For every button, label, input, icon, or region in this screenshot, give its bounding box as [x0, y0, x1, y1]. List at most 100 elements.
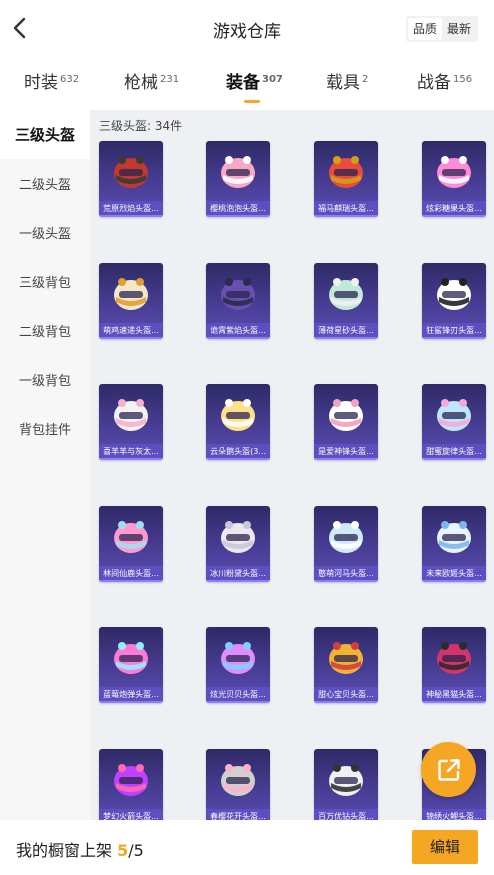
sidebar-item-level2-backpack[interactable]: 二级背包	[0, 306, 90, 355]
header: 游戏仓库 品质 最新	[0, 0, 494, 56]
showcase-current-count: 5	[117, 841, 129, 860]
item-name: 梦幻火箭头盔...	[99, 809, 163, 820]
rarity-bar	[206, 701, 270, 703]
helmet-icon	[99, 749, 163, 809]
rarity-bar	[99, 215, 163, 217]
bottom-bar: 我的橱窗上架 5/5 编辑	[0, 820, 494, 875]
rarity-bar	[422, 701, 486, 703]
item-card[interactable]: 憨萌河马头盔...	[314, 506, 378, 582]
helmet-icon	[206, 384, 270, 444]
item-card[interactable]: 樱桃泡泡头盔...	[206, 141, 270, 217]
tab-count: 307	[262, 74, 283, 85]
helmet-icon	[314, 384, 378, 444]
helmet-icon	[206, 627, 270, 687]
rarity-bar	[314, 701, 378, 703]
sidebar-item-level3-helmet[interactable]: 三级头盔	[0, 110, 90, 159]
item-card[interactable]: 梦幻火箭头盔...	[99, 749, 163, 820]
item-name: 百万优钻头盔...	[314, 809, 378, 820]
sidebar-item-level3-backpack[interactable]: 三级背包	[0, 257, 90, 306]
external-link-icon	[437, 758, 460, 781]
item-card[interactable]: 未来欧姬头盔...	[422, 506, 486, 582]
sidebar-item-backpack-charm[interactable]: 背包挂件	[0, 404, 90, 453]
tab-count: 231	[160, 74, 180, 85]
helmet-icon	[206, 506, 270, 566]
tab-fashion[interactable]: 时装 632	[24, 68, 79, 93]
sidebar-item-level1-helmet[interactable]: 一级头盔	[0, 208, 90, 257]
rarity-bar	[314, 580, 378, 582]
rarity-bar	[99, 337, 163, 339]
helmet-icon	[422, 384, 486, 444]
sort-quality-option[interactable]: 品质	[407, 18, 442, 40]
rarity-bar	[99, 580, 163, 582]
rarity-bar	[422, 337, 486, 339]
rarity-bar	[206, 337, 270, 339]
rarity-bar	[99, 458, 163, 460]
rarity-bar	[314, 458, 378, 460]
item-card[interactable]: 萌鸡速递头盔...	[99, 263, 163, 339]
rarity-bar	[314, 337, 378, 339]
helmet-icon	[99, 141, 163, 201]
share-button[interactable]	[421, 742, 476, 797]
tab-count: 632	[60, 74, 80, 85]
helmet-icon	[314, 627, 378, 687]
helmet-icon	[314, 506, 378, 566]
helmet-icon	[314, 141, 378, 201]
helmet-icon	[99, 506, 163, 566]
item-card[interactable]: 林间仙鹿头盔...	[99, 506, 163, 582]
helmet-icon	[206, 263, 270, 323]
helmet-icon	[314, 749, 378, 809]
item-card[interactable]: 春樱花开头盔...	[206, 749, 270, 820]
helmet-icon	[99, 263, 163, 323]
item-card[interactable]: 是爱神锋头盔...	[314, 384, 378, 460]
item-grid-panel: 三级头盔: 34件 荒原烈焰头盔... 樱桃泡泡头盔... 福马麒瑞头盔... 炫彩糖…	[90, 110, 494, 820]
item-card[interactable]: 荒原烈焰头盔...	[99, 141, 163, 217]
item-card[interactable]: 炫彩糖果头盔...	[422, 141, 486, 217]
edit-button[interactable]: 编辑	[412, 830, 478, 864]
helmet-icon	[422, 141, 486, 201]
sort-toggle[interactable]: 品质 最新	[405, 16, 478, 42]
item-card[interactable]: 云朵鹅头盔(3...	[206, 384, 270, 460]
item-card[interactable]: 神秘黑猫头盔...	[422, 627, 486, 703]
item-card[interactable]: 蓝莓炮弹头盔...	[99, 627, 163, 703]
rarity-bar	[422, 215, 486, 217]
category-tabs: 时装 632 枪械 231 装备 307 载具 2 战备 156	[0, 62, 494, 106]
rarity-bar	[99, 701, 163, 703]
item-card[interactable]: 百万优钻头盔...	[314, 749, 378, 820]
item-card[interactable]: 甜心宝贝头盔...	[314, 627, 378, 703]
tab-count: 156	[453, 74, 473, 85]
showcase-total: /5	[128, 841, 144, 860]
rarity-bar	[206, 458, 270, 460]
rarity-bar	[206, 580, 270, 582]
rarity-bar	[314, 215, 378, 217]
showcase-label: 我的橱窗上架	[16, 841, 118, 860]
item-card[interactable]: 薄荷星砂头盔...	[314, 263, 378, 339]
tab-count: 2	[362, 74, 369, 85]
sidebar-item-level2-helmet[interactable]: 二级头盔	[0, 159, 90, 208]
item-card[interactable]: 福马麒瑞头盔...	[314, 141, 378, 217]
tab-vehicles[interactable]: 载具 2	[326, 68, 368, 93]
item-card[interactable]: 炫光贝贝头盔...	[206, 627, 270, 703]
sidebar-item-level1-backpack[interactable]: 一级背包	[0, 355, 90, 404]
tab-equipment[interactable]: 装备 307	[226, 68, 283, 103]
item-card[interactable]: 诡霄紫焰头盔...	[206, 263, 270, 339]
tab-label: 时装	[24, 73, 58, 93]
active-tab-indicator	[244, 100, 260, 103]
tab-label: 枪械	[124, 73, 158, 93]
helmet-icon	[206, 749, 270, 809]
item-card[interactable]: 狂鲨锋刃头盔...	[422, 263, 486, 339]
rarity-bar	[206, 215, 270, 217]
tab-weapons[interactable]: 枪械 231	[124, 68, 179, 93]
rarity-bar	[422, 458, 486, 460]
helmet-icon	[422, 506, 486, 566]
tab-label: 战备	[417, 73, 451, 93]
helmet-icon	[206, 141, 270, 201]
sort-newest-option[interactable]: 最新	[442, 18, 476, 40]
item-card[interactable]: 冰川粉黛头盔...	[206, 506, 270, 582]
item-card[interactable]: 喜羊羊与灰太...	[99, 384, 163, 460]
item-name: 锦绣火鲤头盔...	[422, 809, 486, 820]
helmet-icon	[422, 627, 486, 687]
helmet-icon	[422, 263, 486, 323]
item-card[interactable]: 甜蜜旋律头盔...	[422, 384, 486, 460]
tab-supplies[interactable]: 战备 156	[417, 68, 472, 93]
helmet-icon	[99, 384, 163, 444]
